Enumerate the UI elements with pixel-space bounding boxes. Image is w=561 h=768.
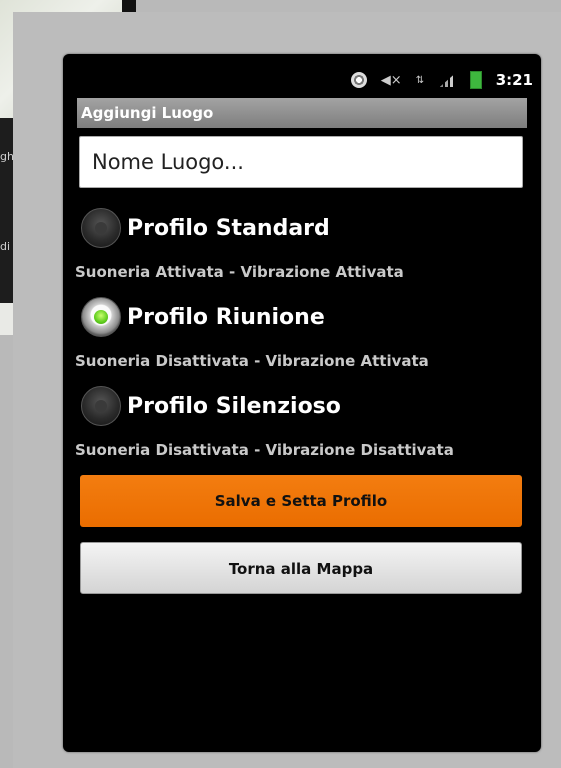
back-to-map-button[interactable]: Torna alla Mappa (80, 542, 522, 594)
radio-label: Profilo Standard (127, 215, 330, 241)
radio-button-selected-icon[interactable] (81, 297, 121, 337)
mute-icon: ◀× (380, 72, 402, 88)
network-3g-icon: ⇅ (415, 74, 425, 86)
radio-button-icon[interactable] (81, 386, 121, 426)
background-dark-panel (0, 118, 13, 303)
background-text: di (0, 240, 11, 253)
background-text: gh (0, 150, 14, 163)
status-bar: ◀× ⇅ 3:21 (63, 64, 533, 96)
radio-profile-silenzioso[interactable]: Profilo Silenzioso (81, 384, 341, 428)
signal-icon (439, 73, 456, 87)
status-time: 3:21 (495, 71, 533, 89)
radio-profile-standard[interactable]: Profilo Standard (81, 206, 330, 250)
phone-screen: ◀× ⇅ 3:21 Aggiungi Luogo Nome Luogo... P… (63, 54, 541, 752)
save-profile-button[interactable]: Salva e Setta Profilo (80, 475, 522, 527)
radio-profile-riunione[interactable]: Profilo Riunione (81, 295, 325, 339)
place-name-input[interactable]: Nome Luogo... (79, 136, 523, 188)
emulator-frame: ◀× ⇅ 3:21 Aggiungi Luogo Nome Luogo... P… (13, 12, 561, 768)
profile-description: Suoneria Disattivata - Vibrazione Disatt… (75, 441, 454, 459)
background-element (122, 0, 136, 12)
radio-label: Profilo Riunione (127, 304, 325, 330)
radio-label: Profilo Silenzioso (127, 393, 341, 419)
page-title: Aggiungi Luogo (77, 98, 527, 128)
gps-icon (350, 72, 367, 88)
radio-button-icon[interactable] (81, 208, 121, 248)
profile-description: Suoneria Attivata - Vibrazione Attivata (75, 263, 404, 281)
profile-description: Suoneria Disattivata - Vibrazione Attiva… (75, 352, 429, 370)
battery-icon (469, 71, 482, 89)
